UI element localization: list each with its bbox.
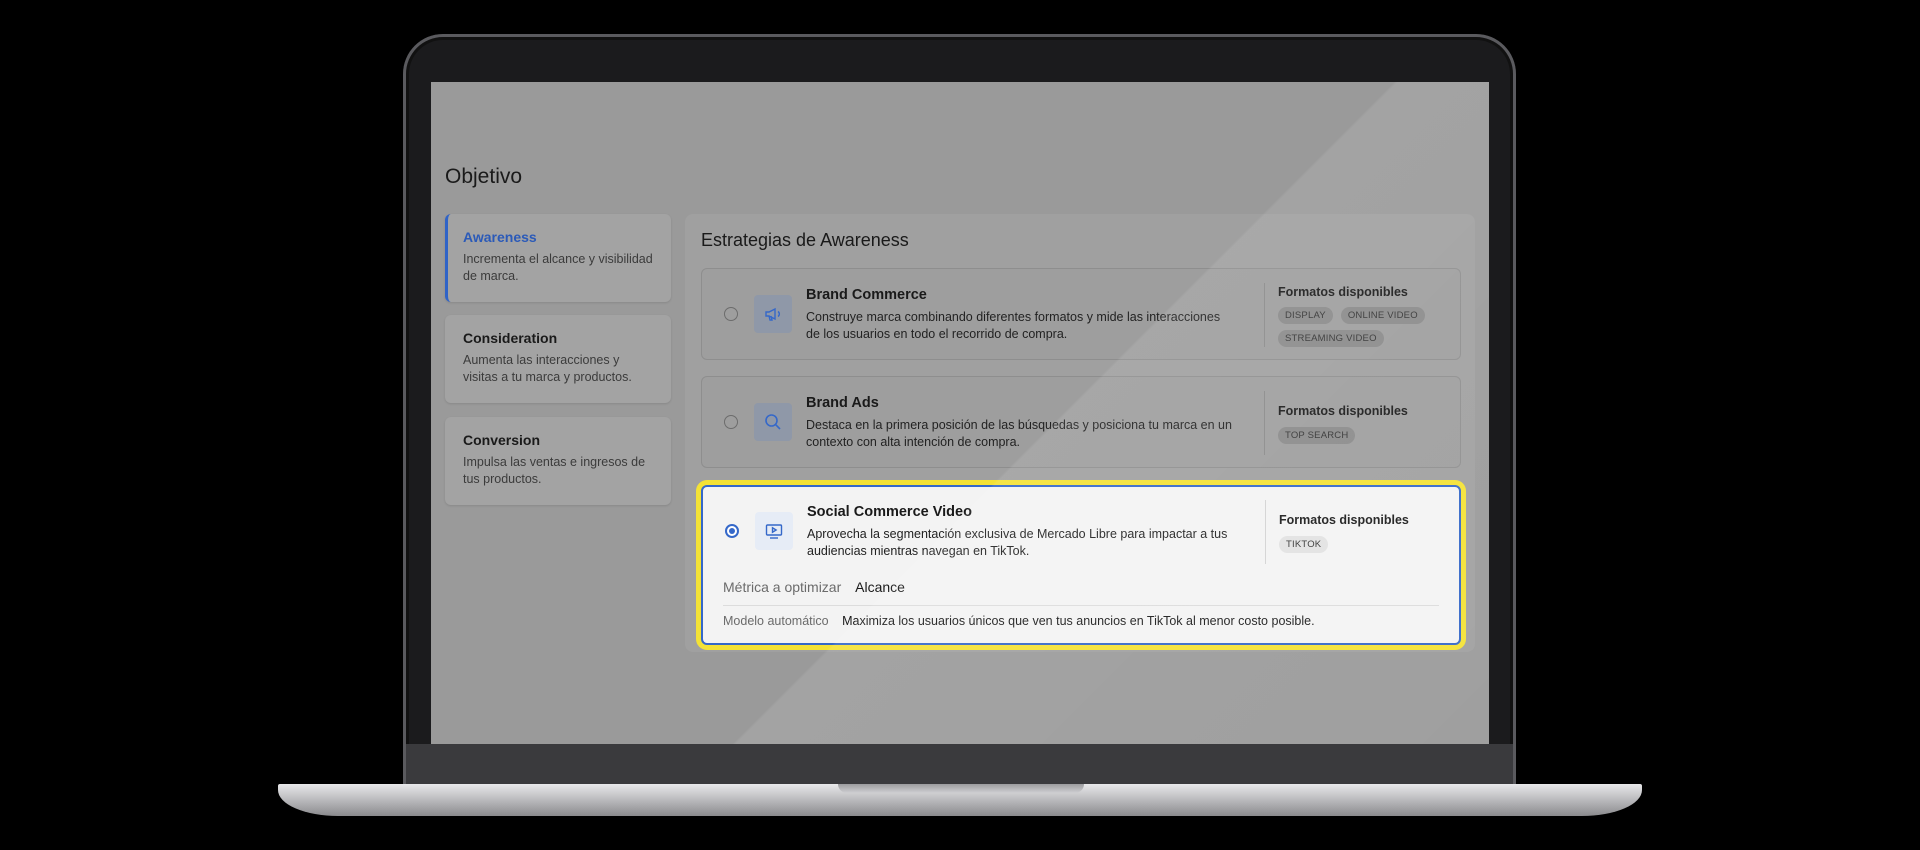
objective-card-awareness[interactable]: Awareness Incrementa el alcance y visibi…: [445, 214, 671, 302]
vertical-divider: [1265, 500, 1266, 564]
objective-description: Incrementa el alcance y visibilidad de m…: [463, 252, 653, 283]
model-row: Modelo automático Maximiza los usuarios …: [723, 614, 1315, 628]
strategy-title: Social Commerce Video: [807, 504, 972, 520]
metric-value: Alcance: [855, 579, 905, 595]
vertical-divider: [1264, 283, 1265, 347]
format-chips: TIKTOK: [1279, 536, 1459, 553]
format-chip: TIKTOK: [1279, 536, 1329, 553]
strategy-card-brand-commerce[interactable]: Brand Commerce Construye marca combinand…: [701, 268, 1461, 360]
laptop-chin: [406, 744, 1513, 784]
strategy-title: Brand Commerce: [806, 287, 927, 303]
metric-row: Métrica a optimizar Alcance: [723, 579, 905, 595]
strategy-description: Destaca en la primera posición de las bú…: [806, 418, 1232, 449]
horizontal-divider: [723, 605, 1439, 606]
format-chip: DISPLAY: [1278, 307, 1333, 324]
objective-title: Conversion: [463, 432, 541, 448]
model-label: Modelo automático: [723, 614, 829, 628]
objective-description: Aumenta las interacciones y visitas a tu…: [463, 353, 632, 384]
objective-title: Consideration: [463, 330, 558, 346]
strategy-radio[interactable]: [724, 307, 738, 321]
strategy-description: Aprovecha la segmentación exclusiva de M…: [807, 527, 1228, 558]
strategy-radio[interactable]: [725, 524, 739, 538]
formats-title: Formatos disponibles: [1279, 513, 1409, 527]
format-chips: DISPLAY ONLINE VIDEO STREAMING VIDEO: [1278, 307, 1458, 347]
page-title: Objetivo: [445, 165, 523, 188]
metric-label: Métrica a optimizar: [723, 579, 842, 595]
strategy-title: Brand Ads: [806, 395, 879, 411]
strategies-panel-title: Estrategias de Awareness: [701, 230, 909, 250]
megaphone-icon: [754, 295, 792, 333]
strategy-card-social-commerce-video[interactable]: Social Commerce Video Aprovecha la segme…: [701, 485, 1461, 645]
laptop-screen: Objetivo Awareness Incrementa el alcance…: [431, 82, 1489, 744]
formats-title: Formatos disponibles: [1278, 404, 1408, 418]
search-icon: [754, 403, 792, 441]
vertical-divider: [1264, 391, 1265, 455]
model-description: Maximiza los usuarios únicos que ven tus…: [842, 614, 1315, 628]
objective-title: Awareness: [463, 229, 537, 245]
format-chip: STREAMING VIDEO: [1278, 330, 1384, 347]
laptop-notch: [838, 784, 1084, 793]
format-chips: TOP SEARCH: [1278, 427, 1458, 444]
objective-card-conversion[interactable]: Conversion Impulsa las ventas e ingresos…: [445, 417, 671, 505]
formats-title: Formatos disponibles: [1278, 285, 1408, 299]
strategy-radio[interactable]: [724, 415, 738, 429]
format-chip: ONLINE VIDEO: [1340, 307, 1425, 324]
format-chip: TOP SEARCH: [1278, 427, 1356, 444]
video-play-icon: [755, 512, 793, 550]
objective-card-consideration[interactable]: Consideration Aumenta las interacciones …: [445, 315, 671, 403]
strategy-description: Construye marca combinando diferentes fo…: [806, 310, 1221, 341]
strategy-card-brand-ads[interactable]: Brand Ads Destaca en la primera posición…: [701, 376, 1461, 468]
objective-description: Impulsa las ventas e ingresos de tus pro…: [463, 455, 646, 486]
